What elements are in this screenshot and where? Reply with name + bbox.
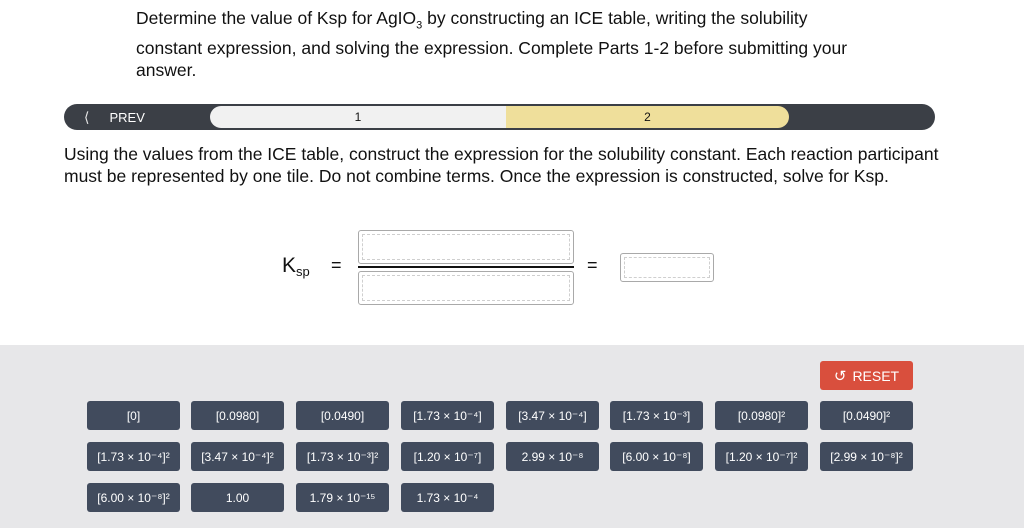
prev-button[interactable]: ⟨ PREV (64, 104, 210, 130)
question-text: Using the values from the ICE table, con… (64, 144, 939, 186)
answer-tile[interactable]: 1.79 × 10⁻¹⁵ (296, 483, 389, 512)
answer-dropzone[interactable] (620, 253, 714, 282)
answer-tile[interactable]: [6.00 × 10⁻⁸] (610, 442, 703, 471)
answer-tile[interactable]: [0.0490] (296, 401, 389, 430)
answer-tile[interactable]: [1.20 × 10⁻⁷]² (715, 442, 808, 471)
dropzone-outline (362, 275, 570, 301)
equals-sign: = (587, 255, 598, 275)
reset-button[interactable]: ↺ RESET (820, 361, 913, 390)
numerator-dropzone[interactable] (358, 230, 574, 264)
answer-tile[interactable]: [1.73 × 10⁻⁴] (401, 401, 494, 430)
answer-tile[interactable]: [1.73 × 10⁻³] (610, 401, 703, 430)
denominator-dropzone[interactable] (358, 271, 574, 305)
chevron-left-icon: ⟨ (84, 108, 90, 125)
answer-tile[interactable]: [1.20 × 10⁻⁷] (401, 442, 494, 471)
answer-tile[interactable]: [0.0980] (191, 401, 284, 430)
answer-tile[interactable]: 1.73 × 10⁻⁴ (401, 483, 494, 512)
problem-text-start: Determine the value of Ksp for AgIO (136, 8, 417, 28)
fraction-bar (358, 266, 574, 268)
problem-statement: Determine the value of Ksp for AgIO3 by … (136, 7, 876, 81)
answer-tile[interactable]: [0] (87, 401, 180, 430)
answer-tile[interactable]: [1.73 × 10⁻³]² (296, 442, 389, 471)
ksp-subscript: sp (296, 264, 310, 279)
answer-tile[interactable]: [2.99 × 10⁻⁸]² (820, 442, 913, 471)
step-1-tab[interactable]: 1 (210, 106, 506, 128)
reset-label: RESET (852, 367, 900, 384)
step-1-label: 1 (354, 110, 362, 124)
answer-tile[interactable]: [6.00 × 10⁻⁸]² (87, 483, 180, 512)
dropzone-outline (362, 234, 570, 260)
answer-tile[interactable]: [0.0490]² (820, 401, 913, 430)
answer-tile[interactable]: 1.00 (191, 483, 284, 512)
ksp-label: Ksp (282, 254, 310, 279)
reset-icon: ↺ (833, 367, 847, 385)
equals-sign: = (331, 255, 342, 275)
answer-tile[interactable]: [3.47 × 10⁻⁴]² (191, 442, 284, 471)
answer-tile[interactable]: [0.0980]² (715, 401, 808, 430)
step-2-label: 2 (644, 110, 651, 124)
answer-tile[interactable]: [1.73 × 10⁻⁴]² (87, 442, 180, 471)
answer-tile[interactable]: 2.99 × 10⁻⁸ (506, 442, 599, 471)
step-navigation: ⟨ PREV 1 2 (64, 104, 935, 130)
tile-tray: ↺ RESET [0] [0.0980] [0.0490] [1.73 × 10… (0, 345, 1024, 528)
answer-tile[interactable]: [3.47 × 10⁻⁴] (506, 401, 599, 430)
step-2-tab[interactable]: 2 (506, 106, 789, 128)
prev-label: PREV (109, 109, 145, 125)
dropzone-outline (624, 257, 710, 278)
ksp-main: K (282, 254, 297, 277)
